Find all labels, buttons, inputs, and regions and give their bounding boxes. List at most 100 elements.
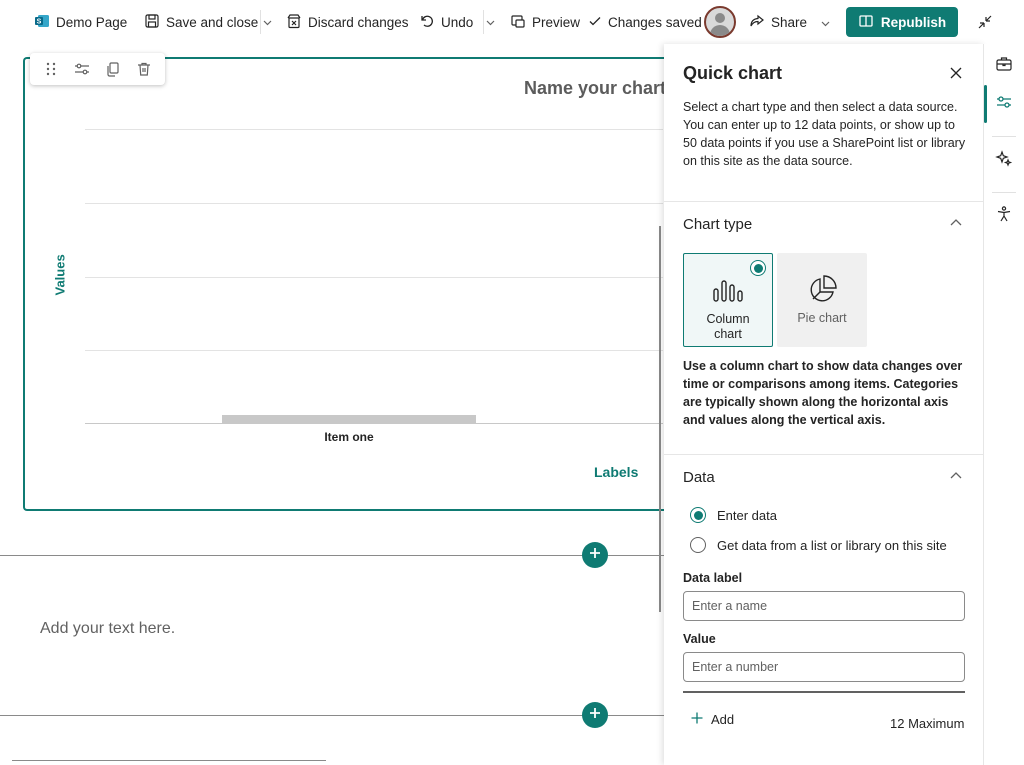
changes-saved-label: Changes saved [608,14,702,30]
pane-divider [664,201,984,202]
changes-saved-status: Changes saved [588,10,702,34]
save-and-close-button[interactable]: Save and close [144,10,258,34]
discard-changes-button[interactable]: Discard changes [286,10,409,34]
page-name-button[interactable]: S Demo Page [34,10,127,34]
chart-bar [222,415,476,423]
add-label: Add [711,712,735,727]
toolbox-icon [995,55,1013,78]
discard-changes-label: Discard changes [308,14,409,30]
duplicate-icon[interactable] [101,57,125,81]
property-pane: Quick chart Select a chart type and then… [664,44,984,765]
radio-unselected-icon [690,537,706,553]
close-icon [950,66,962,84]
chevron-down-icon [821,15,836,30]
pie-chart-icon [807,275,837,305]
pie-chart-label: Pie chart [797,311,847,325]
add-data-point-button[interactable]: Add [691,712,734,727]
chart-gridline [85,350,663,351]
preview-icon [510,13,532,32]
book-icon [858,13,881,32]
pane-title: Quick chart [683,63,783,83]
maximum-count: 12 Maximum [890,716,965,731]
add-section-button[interactable] [582,542,608,568]
webpart-toolbar [30,53,165,85]
share-label: Share [771,14,808,30]
value-input[interactable] [683,652,965,682]
design-ideas-button[interactable] [992,148,1016,172]
value-title: Value [683,632,716,646]
page-name-label: Demo Page [56,14,128,30]
pane-divider [664,454,984,455]
rail-divider [992,136,1016,137]
undo-options-dropdown[interactable] [483,10,497,34]
checkmark-icon [588,14,608,31]
sharepoint-editor: S Demo Page Save and close Discard chang… [0,0,1024,765]
delete-icon[interactable] [132,57,156,81]
data-label-input[interactable] [683,591,965,621]
save-icon [144,13,166,32]
entry-divider [683,691,965,693]
data-header[interactable]: Data [683,469,715,486]
properties-button[interactable] [992,92,1016,116]
right-rail [984,44,1024,765]
share-icon [749,13,771,32]
data-collapse[interactable] [948,467,964,483]
chart-gridline [85,277,663,278]
share-button[interactable]: Share [749,10,836,34]
chart-type-column[interactable]: Column chart [683,253,773,347]
chart-category-label: Item one [324,430,374,444]
column-chart-label: Column chart [706,312,750,341]
collapse-arrows-icon [976,13,1000,34]
collapse-button[interactable] [976,11,1000,35]
radio-enter-data-label: Enter data [717,507,777,523]
undo-button[interactable]: Undo [419,10,473,34]
chevron-up-icon [950,213,962,231]
avatar[interactable] [704,6,736,38]
discard-icon [286,13,308,32]
radio-get-data-label: Get data from a list or library on this … [717,537,947,553]
drag-handle-icon[interactable] [39,57,63,81]
chart-type-collapse[interactable] [948,214,964,230]
chart-gridline [85,203,663,204]
plus-icon [589,706,601,724]
preview-button[interactable]: Preview [510,10,580,34]
plus-icon [691,712,711,727]
sharepoint-page-icon: S [34,13,56,32]
chart-x-axis [85,423,663,424]
section-divider [12,760,326,761]
close-pane-button[interactable] [946,65,966,85]
undo-icon [419,13,441,32]
accessibility-button[interactable] [992,204,1016,228]
text-webpart-placeholder[interactable]: Add your text here. [40,620,175,638]
chevron-down-icon [263,13,272,31]
republish-button[interactable]: Republish [846,7,958,37]
chart-gridline [85,129,663,130]
x-axis-label: Labels [594,464,639,480]
chart-type-pie[interactable]: Pie chart [777,253,867,347]
chevron-down-icon [486,13,495,31]
y-axis-label: Values [52,254,68,296]
column-chart-icon [712,276,744,306]
republish-label: Republish [880,14,947,30]
plus-icon [589,546,601,564]
avatar-head [715,13,725,23]
toolbox-button[interactable] [992,54,1016,78]
chart-type-help: Use a column chart to show data changes … [683,359,963,427]
edit-properties-icon[interactable] [70,57,94,81]
chart-title[interactable]: Name your chart [524,78,666,99]
accessibility-icon [995,205,1013,228]
save-options-dropdown[interactable] [260,10,274,34]
section-divider [0,715,664,716]
svg-text:S: S [37,18,42,25]
radio-get-data-list[interactable]: Get data from a list or library on this … [690,535,947,555]
preview-label: Preview [532,14,581,30]
rail-divider [992,192,1016,193]
add-section-button[interactable] [582,702,608,728]
data-label-title: Data label [683,571,743,585]
radio-enter-data[interactable]: Enter data [690,505,777,525]
pane-description: Select a chart type and then select a da… [683,100,966,168]
chart-type-header[interactable]: Chart type [683,216,752,233]
radio-selected-icon [690,507,706,523]
active-tab-indicator [984,85,987,123]
sliders-icon [995,93,1013,116]
